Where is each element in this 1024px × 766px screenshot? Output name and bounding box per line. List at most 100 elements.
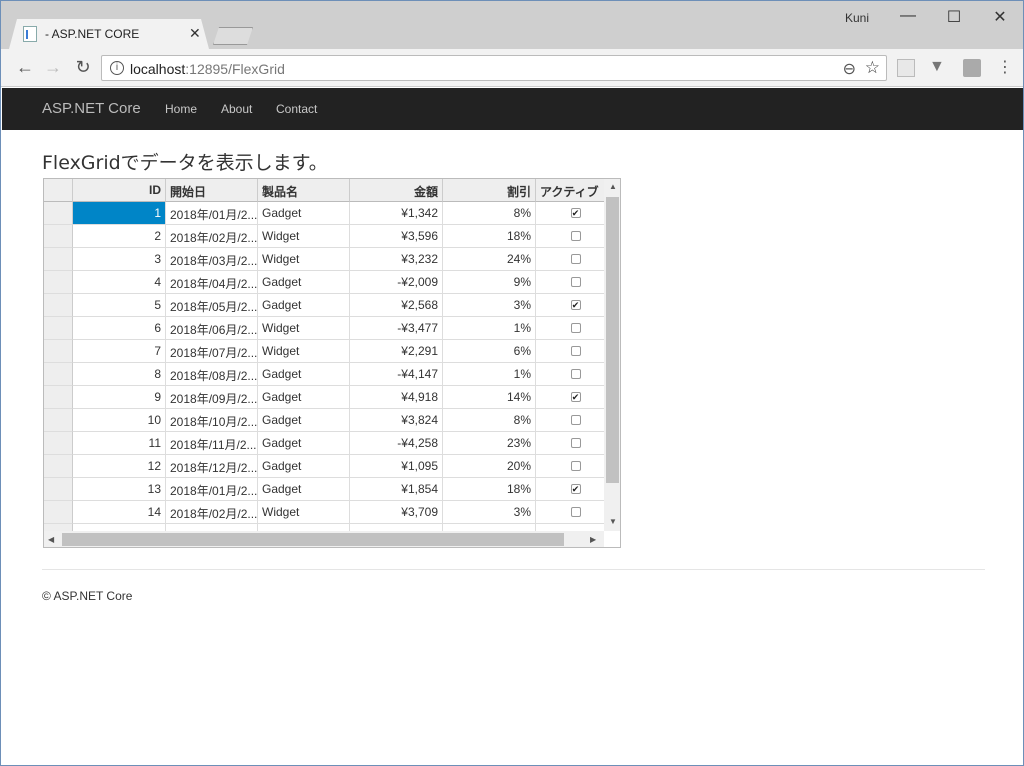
active-checkbox[interactable]: ✔ (570, 392, 581, 402)
cell-discount[interactable]: 23% (443, 432, 536, 455)
cell-amount[interactable]: ¥2,568 (350, 294, 443, 317)
row-header[interactable] (44, 524, 73, 531)
cell-product[interactable]: Widget (258, 225, 350, 248)
cell-active[interactable]: ✔ (536, 202, 604, 225)
vue-devtools-icon[interactable]: ▼ (929, 58, 947, 76)
row-header[interactable] (44, 363, 73, 386)
cell-id[interactable]: 11 (73, 432, 166, 455)
row-header[interactable] (44, 317, 73, 340)
cell-product[interactable]: Widget (258, 248, 350, 271)
cell-amount[interactable]: ¥3,709 (350, 501, 443, 524)
cell-product[interactable]: Gadget (258, 455, 350, 478)
cell-discount[interactable]: 18% (443, 478, 536, 501)
cell-id[interactable]: 14 (73, 501, 166, 524)
cell-amount[interactable]: ¥1,854 (350, 478, 443, 501)
scroll-up-icon[interactable]: ▲ (609, 182, 617, 191)
cell-active[interactable] (536, 248, 604, 271)
vertical-scroll-thumb[interactable] (606, 197, 619, 483)
horizontal-scroll-thumb[interactable] (62, 533, 564, 546)
row-header[interactable] (44, 478, 73, 501)
new-tab-button[interactable] (213, 27, 253, 45)
nav-home[interactable]: Home (165, 102, 197, 116)
cell-start-date[interactable]: 2018年/04月/2... (166, 271, 258, 294)
cell-start-date[interactable]: 2018年/01月/2... (166, 202, 258, 225)
cell-active[interactable] (536, 501, 604, 524)
cell-amount[interactable]: -¥3,477 (350, 317, 443, 340)
cell-amount[interactable]: ¥2,291 (350, 340, 443, 363)
column-header[interactable]: 割引 (443, 179, 536, 202)
grid-cell[interactable] (443, 524, 536, 531)
cell-start-date[interactable]: 2018年/02月/2... (166, 225, 258, 248)
cell-active[interactable] (536, 225, 604, 248)
active-checkbox[interactable] (570, 346, 581, 356)
cell-active[interactable] (536, 432, 604, 455)
row-header[interactable] (44, 455, 73, 478)
row-header[interactable] (44, 409, 73, 432)
active-checkbox[interactable]: ✔ (570, 484, 581, 494)
scroll-right-icon[interactable]: ▶ (590, 535, 596, 544)
cell-start-date[interactable]: 2018年/01月/2... (166, 478, 258, 501)
row-header[interactable] (44, 294, 73, 317)
cell-amount[interactable]: -¥4,147 (350, 363, 443, 386)
cell-discount[interactable]: 20% (443, 455, 536, 478)
active-checkbox[interactable] (570, 323, 581, 333)
grid-corner[interactable] (44, 179, 73, 202)
active-checkbox[interactable] (570, 231, 581, 241)
back-button[interactable]: ← (13, 57, 37, 78)
cell-id[interactable]: 13 (73, 478, 166, 501)
menu-icon[interactable]: ⋮ (997, 57, 1015, 76)
row-header[interactable] (44, 386, 73, 409)
cell-start-date[interactable]: 2018年/02月/2... (166, 501, 258, 524)
cell-start-date[interactable]: 2018年/10月/2... (166, 409, 258, 432)
cell-amount[interactable]: -¥2,009 (350, 271, 443, 294)
cell-start-date[interactable]: 2018年/09月/2... (166, 386, 258, 409)
cell-discount[interactable]: 1% (443, 317, 536, 340)
active-checkbox[interactable] (570, 277, 581, 287)
zoom-icon[interactable]: ⊖ (843, 59, 856, 79)
vertical-scrollbar[interactable]: ▲ ▼ (604, 179, 620, 531)
row-header[interactable] (44, 225, 73, 248)
cell-product[interactable]: Widget (258, 340, 350, 363)
cell-id[interactable]: 12 (73, 455, 166, 478)
nav-about[interactable]: About (221, 102, 252, 116)
column-header[interactable]: 開始日 (166, 179, 258, 202)
cell-amount[interactable]: ¥3,596 (350, 225, 443, 248)
cell-product[interactable]: Gadget (258, 432, 350, 455)
cell-active[interactable]: ✔ (536, 294, 604, 317)
cell-discount[interactable]: 3% (443, 501, 536, 524)
cell-active[interactable]: ✔ (536, 478, 604, 501)
cell-product[interactable]: Gadget (258, 271, 350, 294)
close-window-button[interactable]: ✕ (977, 7, 1023, 27)
cell-start-date[interactable]: 2018年/03月/2... (166, 248, 258, 271)
cell-start-date[interactable]: 2018年/12月/2... (166, 455, 258, 478)
active-checkbox[interactable] (570, 369, 581, 379)
cell-discount[interactable]: 1% (443, 363, 536, 386)
cell-discount[interactable]: 8% (443, 409, 536, 432)
cell-product[interactable]: Gadget (258, 409, 350, 432)
row-header[interactable] (44, 340, 73, 363)
minimize-button[interactable]: — (885, 7, 931, 25)
cell-id[interactable]: 6 (73, 317, 166, 340)
cell-active[interactable] (536, 409, 604, 432)
info-icon[interactable]: i (110, 61, 124, 75)
scroll-left-icon[interactable]: ◀ (48, 535, 54, 544)
cell-id[interactable]: 5 (73, 294, 166, 317)
active-checkbox[interactable] (570, 507, 581, 517)
cell-active[interactable] (536, 317, 604, 340)
grid-cell[interactable] (536, 524, 604, 531)
active-checkbox[interactable] (570, 415, 581, 425)
cell-product[interactable]: Gadget (258, 386, 350, 409)
reload-button[interactable]: ↻ (71, 57, 95, 78)
cell-start-date[interactable]: 2018年/06月/2... (166, 317, 258, 340)
grid-cell[interactable] (166, 524, 258, 531)
cell-amount[interactable]: ¥1,095 (350, 455, 443, 478)
nav-contact[interactable]: Contact (276, 102, 317, 116)
cell-active[interactable] (536, 340, 604, 363)
cell-start-date[interactable]: 2018年/05月/2... (166, 294, 258, 317)
cell-id[interactable]: 7 (73, 340, 166, 363)
active-checkbox[interactable] (570, 438, 581, 448)
profile-name[interactable]: Kuni (845, 11, 869, 25)
scroll-down-icon[interactable]: ▼ (609, 517, 617, 526)
cell-amount[interactable]: -¥4,258 (350, 432, 443, 455)
column-header[interactable]: ID (73, 179, 166, 202)
